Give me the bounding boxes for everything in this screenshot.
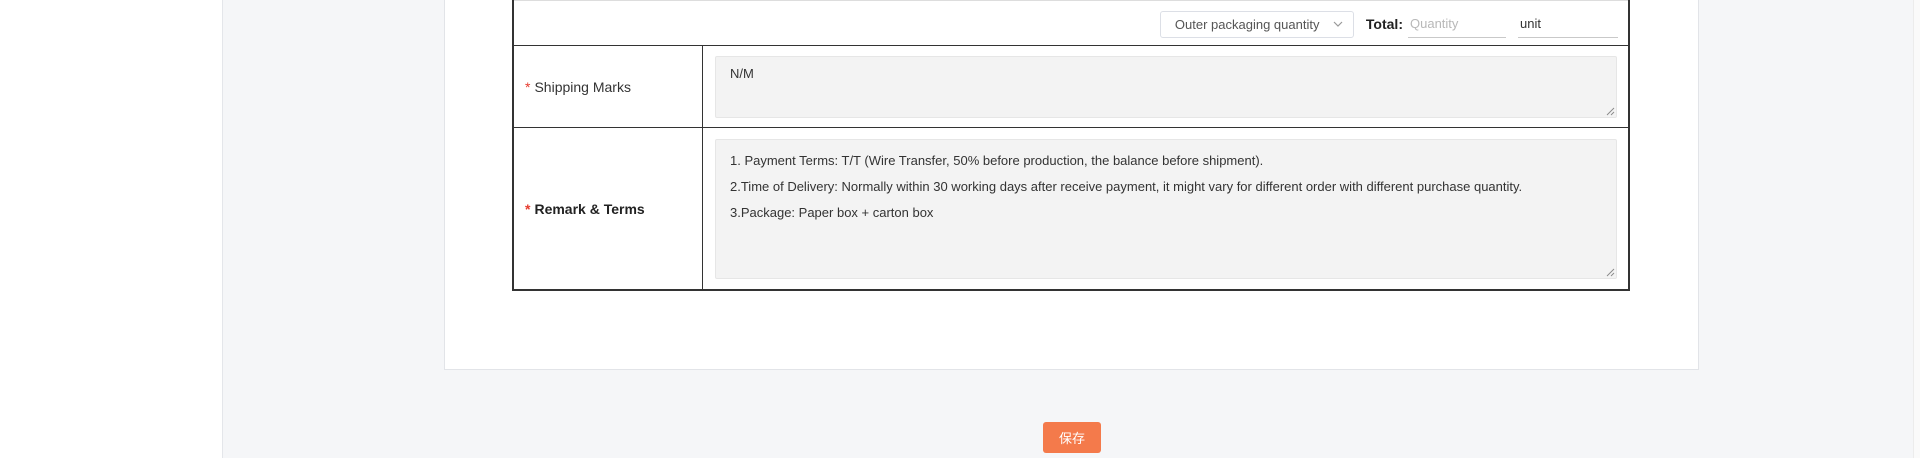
resize-handle-icon[interactable] <box>1606 268 1615 277</box>
resize-handle-icon[interactable] <box>1606 107 1615 116</box>
chevron-down-icon <box>1333 21 1343 27</box>
save-button[interactable]: 保存 <box>1043 422 1101 453</box>
total-row: Outer packaging quantity Total: <box>514 0 1628 45</box>
required-asterisk: * <box>525 78 531 95</box>
remark-terms-textarea[interactable]: 1. Payment Terms: T/T (Wire Transfer, 50… <box>715 139 1617 279</box>
page-scrollbar[interactable] <box>1913 0 1920 458</box>
quantity-input[interactable] <box>1408 10 1506 38</box>
required-asterisk: * <box>525 200 531 217</box>
shipping-marks-text: N/M <box>730 66 754 81</box>
total-controls: Outer packaging quantity Total: <box>1159 10 1618 38</box>
remark-terms-label: Remark & Terms <box>534 200 645 217</box>
shipping-marks-label-cell: * Shipping Marks <box>514 46 703 127</box>
shipping-marks-row: * Shipping Marks N/M <box>514 45 1628 127</box>
shipping-marks-label: Shipping Marks <box>534 78 631 95</box>
order-form-table: Outer packaging quantity Total: * Shippi… <box>512 0 1630 291</box>
total-label: Total: <box>1365 16 1403 32</box>
shipping-marks-value-cell: N/M <box>704 46 1628 127</box>
shipping-marks-textarea[interactable]: N/M <box>715 56 1617 118</box>
remark-line: 2.Time of Delivery: Normally within 30 w… <box>730 179 1523 194</box>
remark-terms-value-cell: 1. Payment Terms: T/T (Wire Transfer, 50… <box>704 128 1628 289</box>
remark-line: 1. Payment Terms: T/T (Wire Transfer, 50… <box>730 153 1264 168</box>
remark-terms-label-cell: * Remark & Terms <box>514 128 703 289</box>
remark-terms-row: * Remark & Terms 1. Payment Terms: T/T (… <box>514 127 1628 289</box>
packaging-type-value: Outer packaging quantity <box>1174 16 1320 32</box>
remark-line: 3.Package: Paper box + carton box <box>730 205 934 220</box>
packaging-type-select[interactable]: Outer packaging quantity <box>1159 10 1354 38</box>
unit-input[interactable] <box>1518 10 1618 38</box>
